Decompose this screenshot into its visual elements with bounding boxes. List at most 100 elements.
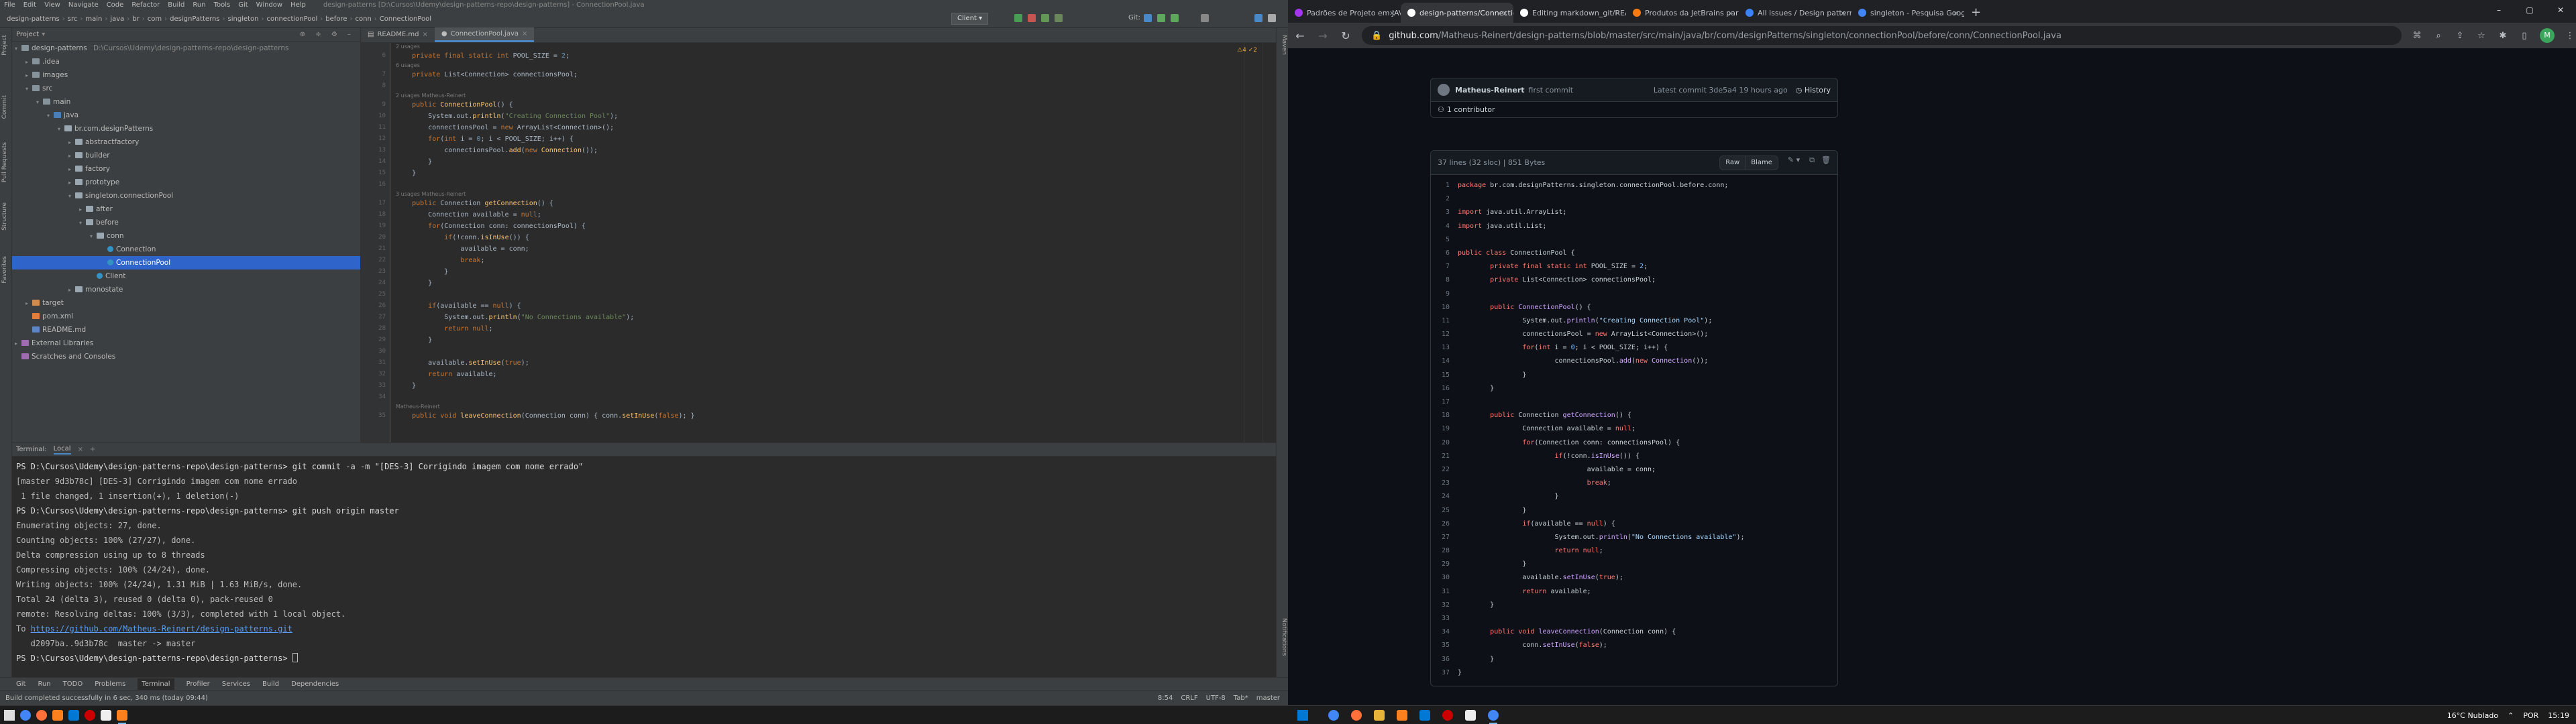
git-push-icon[interactable] — [1171, 14, 1179, 22]
tool-tab-todo[interactable]: TODO — [63, 680, 83, 688]
code-line[interactable]: 37} — [1431, 666, 1837, 680]
line-number[interactable]: 35 — [1431, 639, 1458, 652]
tree-expand-icon[interactable]: ▾ — [58, 123, 64, 136]
menu-help[interactable]: Help — [286, 1, 310, 9]
code-line[interactable] — [390, 289, 1260, 300]
delete-icon[interactable]: 🗑 — [1821, 156, 1831, 170]
code-vision-hint[interactable]: Matheus-Reinert — [390, 403, 1260, 410]
terminal-tab[interactable]: Local — [53, 445, 71, 455]
breadcrumb-item[interactable]: connectionPool — [264, 15, 321, 23]
left-tool-tab[interactable]: Favorites — [1, 256, 11, 284]
menu-tools[interactable]: Tools — [210, 1, 235, 9]
menu-edit[interactable]: Edit — [19, 1, 40, 9]
terminal-line[interactable]: To https://github.com/Matheus-Reinert/de… — [12, 621, 1276, 636]
tree-expand-icon[interactable]: ▸ — [68, 284, 75, 297]
coverage-icon[interactable] — [1055, 14, 1063, 22]
line-number[interactable]: 34 — [1431, 625, 1458, 639]
line-number[interactable]: 36 — [1431, 653, 1458, 666]
close-tab-icon[interactable]: × — [522, 27, 527, 42]
tool-tab-problems[interactable]: Problems — [95, 680, 125, 688]
code-line[interactable]: 13 for(int i = 0; i < POOL_SIZE; i++) { — [1431, 341, 1837, 355]
line-number[interactable]: 1 — [1431, 179, 1458, 192]
menu-refactor[interactable]: Refactor — [127, 1, 164, 9]
tree-item-factory[interactable]: ▸ factory — [12, 162, 360, 176]
editor-tab[interactable]: ▤ README.md × — [361, 27, 435, 42]
tree-item-target[interactable]: ▸ target — [12, 296, 360, 310]
taskbar-vscode-icon[interactable] — [1419, 710, 1430, 721]
menu-file[interactable]: File — [0, 1, 19, 9]
code-line[interactable]: 5 — [1431, 233, 1837, 247]
code-line[interactable]: } — [390, 335, 1260, 346]
breadcrumb-item[interactable]: conn — [352, 15, 374, 23]
line-number[interactable]: 2 — [1431, 192, 1458, 206]
line-number[interactable]: 16 — [1431, 382, 1458, 396]
left-tool-tab[interactable]: Project — [1, 35, 11, 56]
close-tab-icon[interactable]: × — [1615, 9, 1621, 17]
code-line[interactable]: public Connection getConnection() { — [390, 198, 1260, 209]
code-line[interactable]: 10 public ConnectionPool() { — [1431, 301, 1837, 314]
intellij-icon[interactable] — [52, 710, 63, 721]
close-window-icon[interactable]: ✕ — [2545, 0, 2576, 20]
line-number[interactable]: 24 — [1431, 490, 1458, 503]
contributors-bar[interactable]: ⚇ 1 contributor — [1430, 102, 1838, 118]
tree-item-br-com-designpatterns[interactable]: ▾ br.com.designPatterns — [12, 122, 360, 135]
terminal-line[interactable]: Writing objects: 100% (24/24), 1.31 MiB … — [12, 577, 1276, 592]
line-number[interactable]: 19 — [1431, 422, 1458, 436]
latest-commit-info[interactable]: Latest commit 3de5a4 19 hours ago — [1654, 86, 1788, 95]
code-line[interactable]: } — [390, 380, 1260, 391]
line-number[interactable]: 10 — [1431, 301, 1458, 314]
line-number[interactable]: 13 — [1431, 341, 1458, 355]
code-line[interactable] — [390, 391, 1260, 403]
tree-item-after[interactable]: ▸ after — [12, 202, 360, 216]
vscode-icon[interactable] — [68, 710, 79, 721]
history-icon[interactable] — [1201, 14, 1209, 22]
line-number[interactable]: 27 — [1431, 531, 1458, 544]
code-line[interactable]: 4 import java.util.List; — [1431, 220, 1837, 233]
blame-button[interactable]: Blame — [1746, 155, 1778, 170]
new-terminal-icon[interactable]: + — [90, 446, 95, 453]
tree-item-src[interactable]: ▾ src — [12, 82, 360, 95]
caret-position[interactable]: 8:54 — [1158, 695, 1173, 702]
remote-url-link[interactable]: https://github.com/Matheus-Reinert/desig… — [31, 624, 292, 634]
breadcrumb-item[interactable]: designPatterns — [167, 15, 222, 23]
code-line[interactable]: 15 } — [1431, 369, 1837, 382]
author-avatar[interactable] — [1438, 84, 1450, 96]
terminal-line[interactable]: PS D:\Cursos\Udemy\design-patterns-repo\… — [12, 459, 1276, 474]
code-line[interactable]: System.out.println("Creating Connection … — [390, 111, 1260, 122]
breadcrumb-item[interactable]: main — [83, 15, 105, 23]
tree-expand-icon[interactable]: ▸ — [25, 69, 32, 82]
line-number[interactable]: 22 — [1431, 463, 1458, 477]
translate-icon[interactable]: ⌘ — [2411, 31, 2423, 41]
code-line[interactable]: 25 } — [1431, 504, 1837, 518]
code-line[interactable]: 12 connectionsPool = new ArrayList<Conne… — [1431, 328, 1837, 341]
line-number[interactable]: 23 — [1431, 477, 1458, 490]
tree-expand-icon[interactable]: ▸ — [68, 176, 75, 190]
search-everywhere-icon[interactable] — [1254, 14, 1263, 22]
code-line[interactable]: System.out.println("No Connections avail… — [390, 312, 1260, 323]
line-number[interactable]: 4 — [1431, 220, 1458, 233]
line-number[interactable]: 29 — [1431, 558, 1458, 571]
line-number[interactable]: 37 — [1431, 666, 1458, 680]
terminal-line[interactable]: 1 file changed, 1 insertion(+), 1 deleti… — [12, 489, 1276, 503]
code-line[interactable]: public ConnectionPool() { — [390, 99, 1260, 111]
terminal-line[interactable]: Enumerating objects: 27, done. — [12, 518, 1276, 533]
code-line[interactable]: if(!conn.isInUse()) { — [390, 232, 1260, 243]
tree-expand-icon[interactable]: ▸ — [68, 149, 75, 163]
code-line[interactable]: 27 System.out.println("No Connections av… — [1431, 531, 1837, 544]
menu-code[interactable]: Code — [103, 1, 128, 9]
line-separator[interactable]: CRLF — [1181, 695, 1197, 702]
terminal-line[interactable]: Compressing objects: 100% (24/24), done. — [12, 562, 1276, 577]
code-line[interactable]: 19 Connection available = null; — [1431, 422, 1837, 436]
line-number[interactable]: 8 — [1431, 274, 1458, 287]
edit-icon[interactable]: ✎ ▾ — [1788, 156, 1800, 170]
code-line[interactable]: available.setInUse(true); — [390, 357, 1260, 369]
code-vision-hint[interactable]: 6 usages — [390, 62, 1260, 69]
tree-expand-icon[interactable]: ▸ — [25, 56, 32, 69]
line-number[interactable]: 12 — [1431, 328, 1458, 341]
code-line[interactable]: 24 } — [1431, 490, 1837, 503]
code-line[interactable]: 3 import java.util.ArrayList; — [1431, 206, 1837, 219]
left-tool-tab[interactable]: Commit — [1, 95, 11, 119]
code-vision-hint[interactable]: 3 usages Matheus-Reinert — [390, 190, 1260, 198]
commit-author[interactable]: Matheus-Reinert — [1455, 86, 1525, 95]
code-line[interactable]: 23 break; — [1431, 477, 1837, 490]
